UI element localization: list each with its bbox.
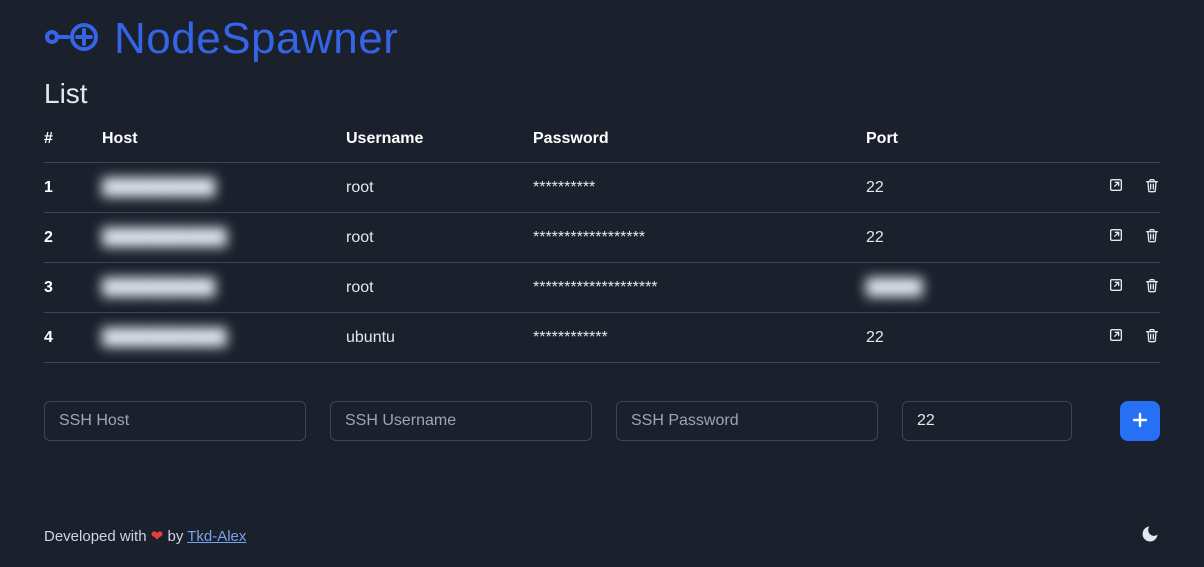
open-in-new-icon xyxy=(1108,227,1124,246)
open-button[interactable] xyxy=(1108,177,1124,196)
footer: Developed with ❤ by Tkd-Alex xyxy=(44,524,1160,547)
delete-button[interactable] xyxy=(1144,277,1160,296)
table-row: 1██████████root**********22 xyxy=(44,163,1160,213)
col-header-username: Username xyxy=(346,120,533,163)
cell-index: 3 xyxy=(44,263,102,313)
delete-button[interactable] xyxy=(1144,327,1160,346)
trash-icon xyxy=(1144,227,1160,246)
add-host-form xyxy=(44,401,1160,441)
cell-password: ********** xyxy=(533,163,866,213)
col-header-actions xyxy=(1054,120,1160,163)
cell-password: ****************** xyxy=(533,213,866,263)
app-title: NodeSpawner xyxy=(114,14,398,64)
author-link[interactable]: Tkd-Alex xyxy=(187,528,246,545)
table-row: 2███████████root******************22 xyxy=(44,213,1160,263)
cell-port: 22 xyxy=(866,163,1054,213)
delete-button[interactable] xyxy=(1144,227,1160,246)
open-button[interactable] xyxy=(1108,277,1124,296)
cell-host: ██████████ xyxy=(102,263,346,313)
cell-port: █████ xyxy=(866,263,1054,313)
heart-icon: ❤ xyxy=(151,528,164,545)
table-row: 4███████████ubuntu************22 xyxy=(44,313,1160,363)
ssh-password-input[interactable] xyxy=(616,401,878,441)
cell-username: ubuntu xyxy=(346,313,533,363)
cell-index: 1 xyxy=(44,163,102,213)
app-header: NodeSpawner xyxy=(44,0,1160,64)
trash-icon xyxy=(1144,177,1160,196)
open-in-new-icon xyxy=(1108,327,1124,346)
ssh-username-input[interactable] xyxy=(330,401,592,441)
cell-index: 2 xyxy=(44,213,102,263)
cell-host: ██████████ xyxy=(102,163,346,213)
cell-password: ******************** xyxy=(533,263,866,313)
plus-icon xyxy=(1132,412,1148,431)
page-title: List xyxy=(44,78,1160,110)
col-header-num: # xyxy=(44,120,102,163)
cell-port: 22 xyxy=(866,313,1054,363)
open-in-new-icon xyxy=(1108,277,1124,296)
open-button[interactable] xyxy=(1108,227,1124,246)
trash-icon xyxy=(1144,277,1160,296)
add-host-button[interactable] xyxy=(1120,401,1160,441)
cell-actions xyxy=(1054,263,1160,313)
cell-host: ███████████ xyxy=(102,313,346,363)
cell-username: root xyxy=(346,163,533,213)
cell-password: ************ xyxy=(533,313,866,363)
col-header-port: Port xyxy=(866,120,1054,163)
col-header-host: Host xyxy=(102,120,346,163)
logo-icon xyxy=(44,20,100,59)
cell-host: ███████████ xyxy=(102,213,346,263)
cell-actions xyxy=(1054,313,1160,363)
ssh-host-input[interactable] xyxy=(44,401,306,441)
moon-icon xyxy=(1140,532,1160,547)
delete-button[interactable] xyxy=(1144,177,1160,196)
ssh-port-input[interactable] xyxy=(902,401,1072,441)
cell-username: root xyxy=(346,213,533,263)
open-in-new-icon xyxy=(1108,177,1124,196)
footer-text: Developed with ❤ by Tkd-Alex xyxy=(44,527,246,545)
cell-port: 22 xyxy=(866,213,1054,263)
cell-index: 4 xyxy=(44,313,102,363)
table-header-row: # Host Username Password Port xyxy=(44,120,1160,163)
cell-actions xyxy=(1054,213,1160,263)
cell-username: root xyxy=(346,263,533,313)
theme-toggle-button[interactable] xyxy=(1140,524,1160,547)
host-table: # Host Username Password Port 1█████████… xyxy=(44,120,1160,363)
trash-icon xyxy=(1144,327,1160,346)
col-header-password: Password xyxy=(533,120,866,163)
open-button[interactable] xyxy=(1108,327,1124,346)
table-row: 3██████████root********************█████ xyxy=(44,263,1160,313)
cell-actions xyxy=(1054,163,1160,213)
